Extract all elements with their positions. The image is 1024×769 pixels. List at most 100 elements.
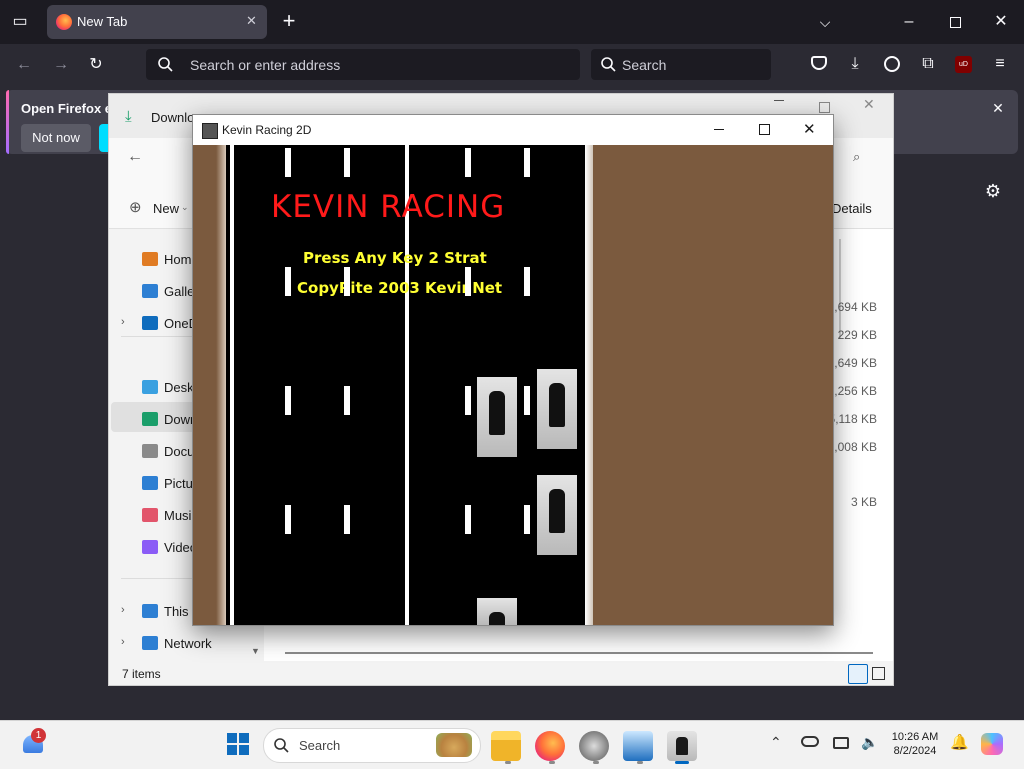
search-highlight-icon <box>436 733 472 757</box>
extensions-icon[interactable]: ⧉ <box>918 54 938 74</box>
lane-dash <box>465 148 471 177</box>
chevron-right-icon[interactable]: › <box>121 636 125 648</box>
close-icon[interactable]: ✕ <box>991 12 1011 32</box>
search-bar[interactable]: Search <box>591 49 771 80</box>
network-icon[interactable] <box>833 737 849 749</box>
sidebar-item-label: Docu <box>164 444 194 459</box>
lane-dash <box>344 267 350 296</box>
documents-icon <box>142 444 158 458</box>
firefox-icon[interactable] <box>535 731 565 761</box>
url-bar[interactable]: Search or enter address <box>146 49 580 80</box>
explorer-minimize-icon[interactable] <box>774 100 784 101</box>
game-close-icon[interactable]: ✕ <box>803 120 816 138</box>
lane-dash <box>524 148 530 177</box>
lane-dash <box>285 386 291 415</box>
explorer-close-icon[interactable]: ✕ <box>863 96 875 113</box>
search-icon <box>158 57 173 72</box>
restore-icon[interactable] <box>950 17 961 28</box>
horizontal-scrollbar[interactable] <box>285 652 873 654</box>
music-icon <box>142 508 158 522</box>
details-view-icon[interactable] <box>848 664 868 684</box>
show-hidden-icons-icon[interactable]: ⌃ <box>770 734 782 751</box>
clock-date: 8/2/2024 <box>893 745 937 757</box>
column-resizer[interactable] <box>839 239 841 339</box>
road-edge-right <box>585 145 593 625</box>
pictures-icon <box>142 476 158 490</box>
status-bar <box>109 661 893 685</box>
file-explorer-icon[interactable] <box>491 731 521 761</box>
road-edge-left <box>230 145 234 625</box>
lane-dash <box>465 267 471 296</box>
photos-icon[interactable] <box>623 731 653 761</box>
onedrive-icon <box>142 316 158 330</box>
chromium-icon[interactable] <box>579 731 609 761</box>
running-indicator <box>593 761 599 764</box>
sidebar-item-label: Video <box>164 540 194 555</box>
reload-icon[interactable]: ↻ <box>86 55 106 75</box>
horse-obstacle <box>537 475 577 555</box>
sidebar-item-label: Deskt <box>164 380 194 395</box>
sidebar-item-network[interactable]: Network <box>139 634 259 654</box>
chevron-right-icon[interactable]: › <box>121 604 125 616</box>
new-button[interactable]: New <box>153 201 179 216</box>
explorer-search-icon[interactable]: ⌕ <box>853 149 860 165</box>
explorer-maximize-icon[interactable] <box>819 102 830 113</box>
sidebar-item-label: Down <box>164 412 194 427</box>
add-icon: ⊕ <box>129 199 142 216</box>
game-window-title: Kevin Racing 2D <box>222 123 312 137</box>
tab-list-icon[interactable]: ▭ <box>10 12 30 32</box>
game-maximize-icon[interactable] <box>759 124 770 135</box>
sidebar-item-label: Music <box>164 508 194 523</box>
start-icon[interactable] <box>227 733 249 755</box>
chevron-right-icon[interactable]: › <box>121 316 125 328</box>
downloads-icon[interactable]: ⤓ <box>845 54 865 74</box>
forward-icon[interactable]: → <box>51 55 71 75</box>
horse-obstacle <box>537 369 577 449</box>
explorer-tab-title: Downlo <box>151 110 195 125</box>
account-icon[interactable] <box>884 56 900 72</box>
taskbar-search[interactable]: Search <box>263 728 481 763</box>
kevin-racing-icon[interactable] <box>667 731 697 761</box>
tiles-view-icon[interactable] <box>872 667 885 680</box>
back-icon[interactable]: ← <box>14 55 34 75</box>
copilot-icon[interactable] <box>981 733 1003 755</box>
tab-new-tab[interactable]: New Tab ✕ <box>47 5 267 39</box>
new-tab-icon[interactable]: + <box>279 10 299 32</box>
close-notice-icon[interactable]: ✕ <box>988 98 1008 118</box>
sidebar-item-label: This P <box>164 604 194 619</box>
chevron-down-icon: ⌄ <box>181 202 189 212</box>
volume-icon[interactable]: 🔈 <box>861 734 878 751</box>
lane-dash <box>285 148 291 177</box>
videos-icon <box>142 540 158 554</box>
game-canvas[interactable]: KEVIN RACING Press Any Key 2 Strat CopyR… <box>193 145 833 625</box>
horse-obstacle <box>477 598 517 625</box>
sidebar-item-label: OneD <box>164 316 194 331</box>
horse-obstacle <box>477 377 517 457</box>
firefox-icon <box>56 14 72 30</box>
details-button[interactable]: Details <box>832 201 872 216</box>
lane-dash <box>344 148 350 177</box>
running-indicator <box>637 761 643 764</box>
sidebar-item-label: Network <box>164 636 212 651</box>
lane-dash <box>285 505 291 534</box>
list-all-tabs-icon[interactable]: ⌵ <box>815 12 835 32</box>
minimize-icon[interactable]: – <box>899 12 919 32</box>
onedrive-status-icon[interactable] <box>801 736 819 747</box>
kevin-racing-icon <box>202 123 218 139</box>
menu-icon[interactable]: ≡ <box>990 54 1010 74</box>
item-count: 7 items <box>122 667 161 681</box>
clock[interactable]: 10:26 AM 8/2/2024 <box>889 730 941 758</box>
explorer-back-icon[interactable]: ← <box>127 148 143 166</box>
lane-dash <box>465 386 471 415</box>
lane-dash <box>524 386 530 415</box>
close-tab-icon[interactable]: ✕ <box>246 13 257 29</box>
ublock-icon[interactable]: uD <box>955 56 972 73</box>
settings-gear-icon[interactable]: ⚙ <box>983 181 1003 201</box>
not-now-button[interactable]: Not now <box>21 124 91 152</box>
search-icon <box>274 738 289 753</box>
taskbar-search-label: Search <box>299 738 341 753</box>
notifications-bell-icon[interactable]: 🔔 <box>950 733 969 751</box>
notice-text: Open Firefox ev <box>21 101 120 116</box>
game-minimize-icon[interactable] <box>714 129 724 130</box>
active-app-indicator <box>675 761 689 764</box>
